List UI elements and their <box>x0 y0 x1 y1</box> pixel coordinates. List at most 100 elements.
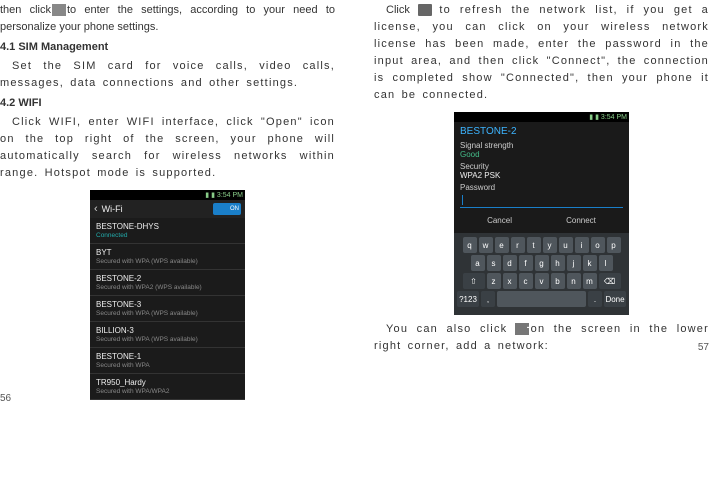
connect-button[interactable]: Connect <box>566 216 596 225</box>
wifi-network-item[interactable]: TR950_Hardy Secured with WPA/WPA2 <box>90 374 245 400</box>
key[interactable]: t <box>527 237 541 253</box>
done-key[interactable]: Done <box>604 291 626 307</box>
signal-icon: ▮ <box>589 113 593 121</box>
period-key[interactable]: . <box>588 291 602 307</box>
key[interactable]: e <box>495 237 509 253</box>
dialog-button-row: Cancel Connect <box>460 214 623 229</box>
page-number: 57 <box>698 342 709 353</box>
key[interactable]: s <box>487 255 501 271</box>
key[interactable]: y <box>543 237 557 253</box>
symbols-key[interactable]: ?123 <box>457 291 479 307</box>
wifi-network-item[interactable]: BILLION-3 Secured with WPA (WPS availabl… <box>90 322 245 348</box>
network-status: Secured with WPA (WPS available) <box>96 258 239 265</box>
key[interactable]: n <box>567 273 581 289</box>
signal-icon: ▮ <box>205 191 209 199</box>
wifi-network-item[interactable]: BESTONE-1 Secured with WPA <box>90 348 245 374</box>
network-status: Secured with WPA (WPS available) <box>96 336 239 343</box>
text: Click <box>386 4 410 16</box>
battery-icon: ▮ <box>595 113 599 121</box>
paragraph: Set the SIM card for voice calls, video … <box>0 58 335 92</box>
keyboard-row: q w e r t y u i o p <box>457 237 626 253</box>
keyboard-row: a s d f g h j k l <box>457 255 626 271</box>
network-name: TR950_Hardy <box>96 378 239 387</box>
android-status-bar: ▮ ▮ 3:54 PM <box>90 190 245 200</box>
wifi-toggle[interactable]: ON <box>213 203 241 215</box>
text-cursor <box>462 195 463 205</box>
network-name: BESTONE-2 <box>96 274 239 283</box>
signal-strength-value: Good <box>460 150 623 159</box>
wifi-network-item[interactable]: BESTONE-2 Secured with WPA2 (WPS availab… <box>90 270 245 296</box>
network-status: Connected <box>96 232 239 239</box>
text: Set the SIM card for voice calls, video … <box>0 60 335 89</box>
wifi-network-item[interactable]: BESTONE-3 Secured with WPA (WPS availabl… <box>90 296 245 322</box>
text: then click <box>0 4 51 16</box>
key[interactable]: m <box>583 273 597 289</box>
text: Click WIFI, enter WIFI interface, click … <box>0 116 335 179</box>
network-status: Secured with WPA2 (WPS available) <box>96 284 239 291</box>
plus-icon: + <box>515 323 529 335</box>
network-status: Secured with WPA/WPA2 <box>96 388 239 395</box>
paragraph: You can also click +on the screen in the… <box>374 321 709 355</box>
paragraph: then clickto enter the settings, accordi… <box>0 2 335 36</box>
text: You can also click <box>386 323 507 335</box>
status-time: 3:54 PM <box>217 192 243 199</box>
backspace-key[interactable]: ⌫ <box>599 273 621 289</box>
key[interactable]: j <box>567 255 581 271</box>
key[interactable]: a <box>471 255 485 271</box>
security-label: Security <box>460 162 623 171</box>
key[interactable]: x <box>503 273 517 289</box>
network-name: BESTONE-3 <box>96 300 239 309</box>
key[interactable]: w <box>479 237 493 253</box>
wifi-screen-header: ‹ Wi-Fi ON <box>90 200 245 218</box>
wifi-list-screenshot: ▮ ▮ 3:54 PM ‹ Wi-Fi ON BESTONE-DHYS Conn… <box>90 190 245 400</box>
cancel-button[interactable]: Cancel <box>487 216 512 225</box>
keyboard-row: ?123 , . Done <box>457 291 626 307</box>
wifi-connect-dialog: BESTONE-2 Signal strength Good Security … <box>454 122 629 233</box>
key[interactable]: u <box>559 237 573 253</box>
keyboard-row: ⇧ z x c v b n m ⌫ <box>457 273 626 289</box>
wifi-title: Wi-Fi <box>102 204 123 214</box>
manual-page-56: then clickto enter the settings, accordi… <box>0 0 335 408</box>
page-number: 56 <box>0 393 11 404</box>
wifi-network-item[interactable]: BYT Secured with WPA (WPS available) <box>90 244 245 270</box>
shift-key[interactable]: ⇧ <box>463 273 485 289</box>
space-key[interactable] <box>497 291 586 307</box>
paragraph: Click to refresh the network list, if yo… <box>374 2 709 104</box>
network-status: Secured with WPA (WPS available) <box>96 310 239 317</box>
wifi-connect-screenshot: ▮ ▮ 3:54 PM BESTONE-2 Signal strength Go… <box>454 112 629 315</box>
key[interactable]: b <box>551 273 565 289</box>
key[interactable]: z <box>487 273 501 289</box>
key[interactable]: g <box>535 255 549 271</box>
key[interactable]: c <box>519 273 533 289</box>
key[interactable]: f <box>519 255 533 271</box>
key[interactable]: l <box>599 255 613 271</box>
security-value: WPA2 PSK <box>460 171 623 180</box>
signal-strength-label: Signal strength <box>460 141 623 150</box>
back-icon[interactable]: ‹ <box>94 203 98 215</box>
key[interactable]: i <box>575 237 589 253</box>
manual-page-57: Click to refresh the network list, if yo… <box>374 0 709 357</box>
battery-icon: ▮ <box>211 191 215 199</box>
status-time: 3:54 PM <box>601 114 627 121</box>
network-status: Secured with WPA <box>96 362 239 369</box>
network-name: BYT <box>96 248 239 257</box>
key[interactable]: d <box>503 255 517 271</box>
key[interactable]: r <box>511 237 525 253</box>
key[interactable]: q <box>463 237 477 253</box>
network-name: BILLION-3 <box>96 326 239 335</box>
heading-sim-management: 4.1 SIM Management <box>0 39 335 56</box>
paragraph: Click WIFI, enter WIFI interface, click … <box>0 114 335 182</box>
wifi-network-item[interactable]: BESTONE-DHYS Connected <box>90 218 245 244</box>
comma-key[interactable]: , <box>481 291 495 307</box>
settings-icon <box>52 4 66 16</box>
key[interactable]: v <box>535 273 549 289</box>
refresh-icon <box>418 4 432 16</box>
key[interactable]: p <box>607 237 621 253</box>
key[interactable]: h <box>551 255 565 271</box>
password-input[interactable] <box>460 194 623 208</box>
text: to refresh the network list, if you get … <box>374 4 709 101</box>
key[interactable]: o <box>591 237 605 253</box>
key[interactable]: k <box>583 255 597 271</box>
network-name: BESTONE-1 <box>96 352 239 361</box>
network-name: BESTONE-DHYS <box>96 222 239 231</box>
